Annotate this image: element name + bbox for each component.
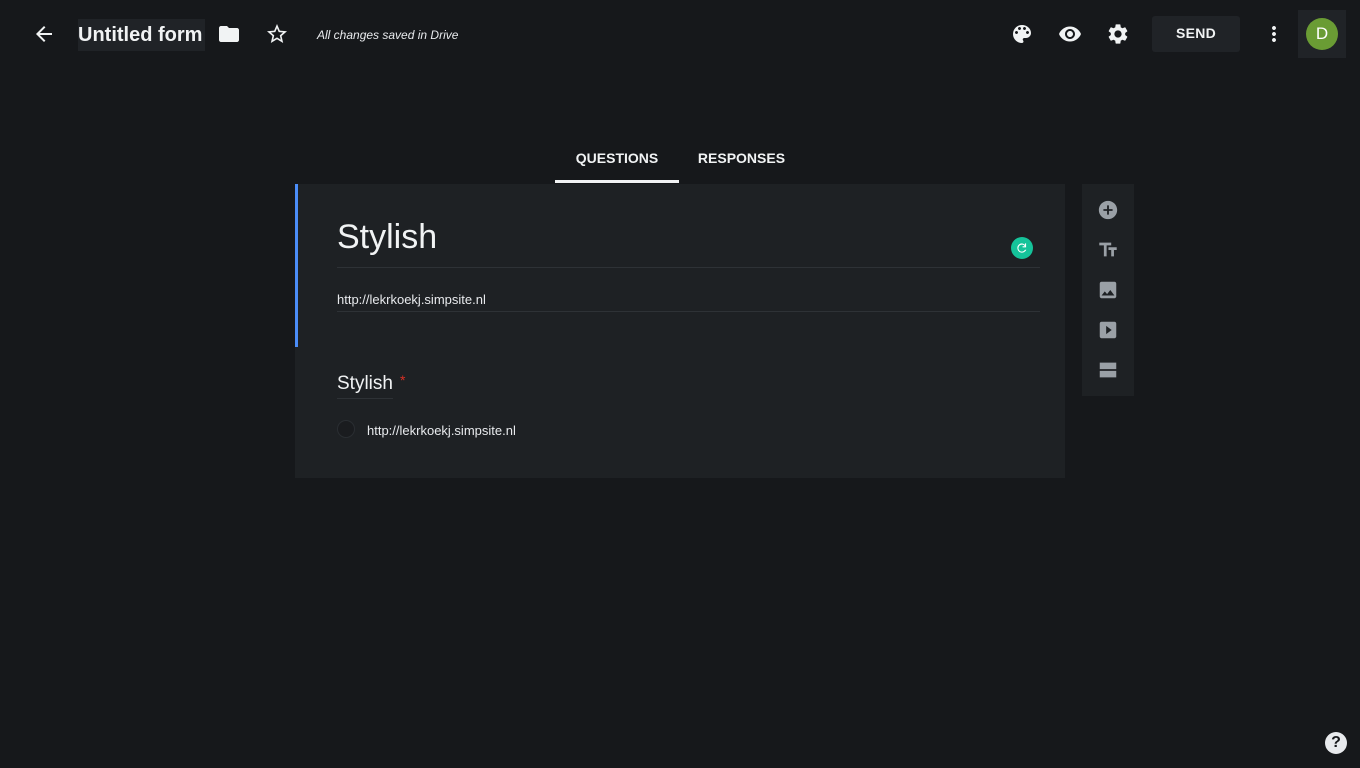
account-button[interactable]: D: [1298, 10, 1346, 58]
form-title[interactable]: Stylish: [337, 218, 437, 257]
title-underline: [337, 267, 1040, 268]
gear-icon[interactable]: [1098, 14, 1138, 54]
palette-icon[interactable]: [1002, 14, 1042, 54]
eye-icon[interactable]: [1050, 14, 1090, 54]
add-section-icon[interactable]: [1096, 358, 1120, 382]
back-arrow-icon[interactable]: [24, 14, 64, 54]
avatar: D: [1306, 18, 1338, 50]
form-name-text: Untitled form: [78, 24, 203, 46]
form-name-field[interactable]: Untitled form: [78, 19, 205, 51]
grammarly-icon[interactable]: [1011, 237, 1033, 259]
required-asterisk: *: [400, 372, 406, 388]
add-image-icon[interactable]: [1096, 278, 1120, 302]
side-toolbar: [1082, 184, 1134, 396]
folder-icon[interactable]: [209, 14, 249, 54]
option-label: http://lekrkoekj.simpsite.nl: [367, 423, 516, 438]
help-icon[interactable]: ?: [1325, 732, 1347, 754]
save-status: All changes saved in Drive: [317, 28, 459, 42]
add-title-icon[interactable]: [1096, 238, 1120, 262]
add-question-icon[interactable]: [1096, 198, 1120, 222]
question-card[interactable]: [295, 347, 1065, 478]
form-header-card: [295, 184, 1065, 347]
question-title: Stylish: [337, 373, 393, 399]
tab-questions[interactable]: QUESTIONS: [555, 140, 679, 183]
add-video-icon[interactable]: [1096, 318, 1120, 342]
send-button[interactable]: SEND: [1152, 16, 1240, 52]
tab-responses[interactable]: RESPONSES: [679, 140, 804, 183]
star-icon[interactable]: [257, 14, 297, 54]
active-card-accent: [295, 184, 298, 347]
form-description[interactable]: http://lekrkoekj.simpsite.nl: [337, 292, 486, 307]
more-vert-icon[interactable]: [1254, 14, 1294, 54]
radio-button[interactable]: [337, 420, 355, 438]
description-underline: [337, 311, 1040, 312]
top-bar: Untitled form All changes saved in Drive…: [0, 0, 1360, 68]
